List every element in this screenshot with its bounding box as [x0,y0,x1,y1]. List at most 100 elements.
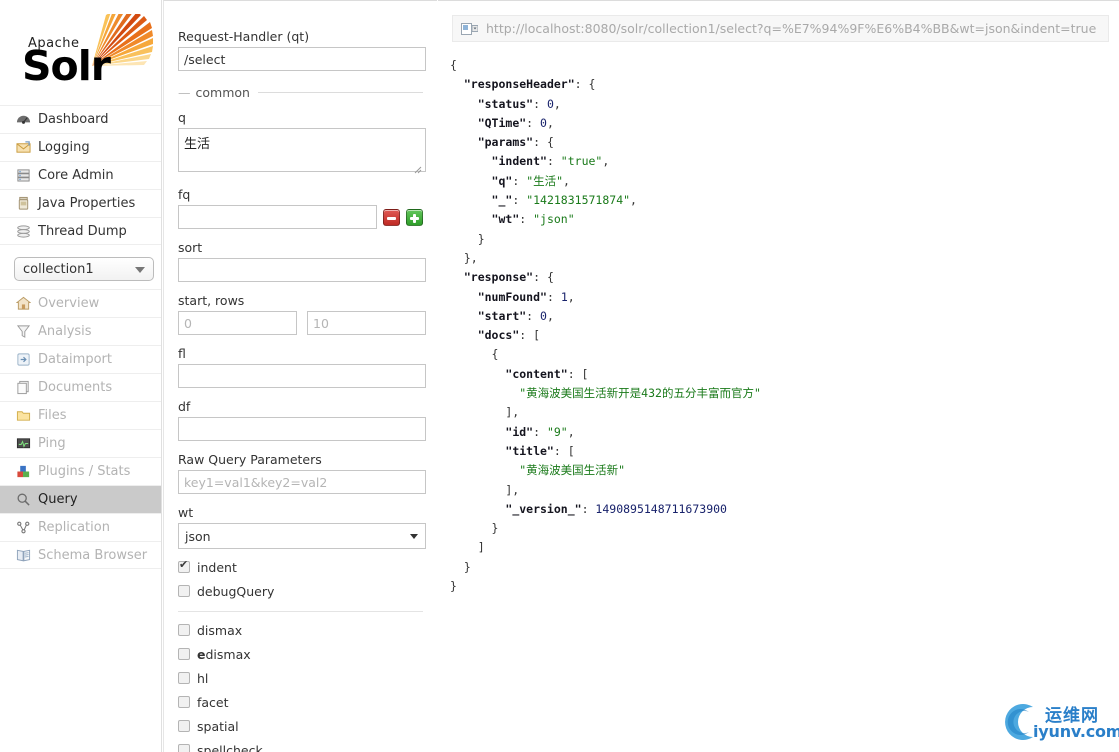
dataimport-arrow-icon [16,352,38,367]
df-input[interactable] [178,417,426,441]
plugins-blocks-icon [16,464,38,479]
sidebar-item-files[interactable]: Files [0,401,161,429]
checkbox-row-edismax[interactable]: edismax [178,642,423,666]
result-url-bar[interactable]: http://localhost:8080/solr/collection1/s… [452,15,1109,42]
sidebar-item-core-admin[interactable]: Core Admin [0,161,161,189]
wt-select[interactable]: json [178,523,426,549]
checkbox-row-facet[interactable]: facet [178,690,423,714]
checkbox-dismax[interactable] [178,624,190,636]
checkbox-indent[interactable] [178,559,190,573]
sidebar-item-label: Query [38,492,78,507]
checkbox-label: edismax [197,646,251,662]
ping-monitor-icon [16,436,38,451]
sidebar-item-documents[interactable]: Documents [0,373,161,401]
sidebar-item-plugins-stats[interactable]: Plugins / Stats [0,457,161,485]
rows-input[interactable] [307,311,426,335]
start-rows-row [178,311,426,335]
watermark-en-text: iyunv.com [1033,722,1119,741]
checkbox-row-indent[interactable]: indent [178,555,423,579]
request-handler-label: Request-Handler (qt) [178,29,310,44]
query-form-panel: Request-Handler (qt) — common q fq sort … [163,0,437,752]
sidebar-item-schema-browser[interactable]: Schema Browser [0,541,161,569]
replication-nodes-icon [16,520,38,535]
checkbox-edismax[interactable] [178,648,190,660]
query-toggles-top: indent debugQuery [178,555,423,603]
sidebar-item-label: Core Admin [38,168,114,183]
wt-select-value: json [185,528,211,544]
fq-add-button[interactable] [406,208,424,226]
result-panel: http://localhost:8080/solr/collection1/s… [438,0,1119,752]
chevron-down-icon [135,267,145,273]
query-toggles-bottom: dismax edismax hl facet spatial spellcheck [178,618,423,752]
sidebar-item-query[interactable]: Query [0,485,161,513]
fq-label: fq [178,187,191,202]
sort-label: sort [178,240,203,255]
logo-solr-text: Solr [22,42,111,90]
sidebar-item-java-properties[interactable]: Java Properties [0,189,161,217]
common-fieldset-legend: — common [178,85,423,100]
json-response-output: { "responseHeader": { "status": 0, "QTim… [450,58,761,594]
schema-browser-book-icon [16,548,38,563]
raw-query-params-input[interactable] [178,470,426,494]
toggles-divider [178,611,423,612]
checkbox-hl[interactable] [178,672,190,684]
checkbox-facet[interactable] [178,696,190,708]
q-textarea[interactable] [178,128,426,172]
wt-label: wt [178,505,194,520]
query-magnifier-icon [16,492,38,507]
dashboard-gauge-icon [16,112,38,127]
sidebar-item-label: Schema Browser [38,547,148,563]
checkbox-row-spellcheck[interactable]: spellcheck [178,738,423,752]
checkbox-spatial[interactable] [178,720,190,732]
analysis-funnel-icon [16,324,38,339]
solr-logo[interactable]: Apache Solr [0,0,161,105]
start-input[interactable] [178,311,297,335]
checkbox-row-debugquery[interactable]: debugQuery [178,579,423,603]
fq-row [178,205,424,229]
fl-input[interactable] [178,364,426,388]
sidebar-main-nav: Dashboard Logging Core Admin Java Propertie… [0,105,161,245]
sort-input[interactable] [178,258,426,282]
sidebar-item-overview[interactable]: Overview [0,289,161,317]
chevron-down-icon [410,534,418,539]
raw-query-params-label: Raw Query Parameters [178,452,322,467]
checkbox-label: indent [197,559,237,575]
request-handler-input[interactable] [178,47,426,71]
overview-home-icon [16,296,38,311]
checkbox-row-spatial[interactable]: spatial [178,714,423,738]
sidebar-item-label: Replication [38,520,110,535]
sidebar: Apache Solr Dashboard Logging Core Admin Ja… [0,0,162,752]
sidebar-item-analysis[interactable]: Analysis [0,317,161,345]
fq-remove-button[interactable] [383,208,401,226]
legend-rule [257,92,423,93]
java-properties-jar-icon [16,196,38,211]
sidebar-item-label: Dataimport [38,352,112,367]
sidebar-item-thread-dump[interactable]: Thread Dump [0,217,161,245]
fq-input[interactable] [178,205,378,229]
checkbox-row-dismax[interactable]: dismax [178,618,423,642]
sidebar-item-dataimport[interactable]: Dataimport [0,345,161,373]
files-folder-icon [16,408,38,423]
checkbox-debugquery[interactable] [178,585,190,597]
sidebar-item-label: Thread Dump [38,223,127,239]
core-selector-wrap: collection1 [0,245,161,289]
sidebar-item-label: Overview [38,296,100,311]
core-admin-server-icon [16,168,38,183]
sidebar-item-dashboard[interactable]: Dashboard [0,105,161,133]
sidebar-item-label: Dashboard [38,112,109,127]
sidebar-core-nav: Overview Analysis Dataimport Documents Files… [0,289,161,569]
core-selector-value: collection1 [23,261,94,277]
sidebar-item-ping[interactable]: Ping [0,429,161,457]
logging-envelope-icon [16,140,38,155]
fl-label: fl [178,346,186,361]
core-selector[interactable]: collection1 [14,257,154,281]
sidebar-item-replication[interactable]: Replication [0,513,161,541]
checkbox-label: spellcheck [197,742,263,752]
sidebar-item-label: Java Properties [38,196,136,211]
sidebar-item-label: Documents [38,380,113,395]
sidebar-item-logging[interactable]: Logging [0,133,161,161]
checkbox-row-hl[interactable]: hl [178,666,423,690]
result-url-text: http://localhost:8080/solr/collection1/s… [486,21,1097,36]
common-legend-text: common [195,85,250,100]
checkbox-spellcheck[interactable] [178,744,190,752]
